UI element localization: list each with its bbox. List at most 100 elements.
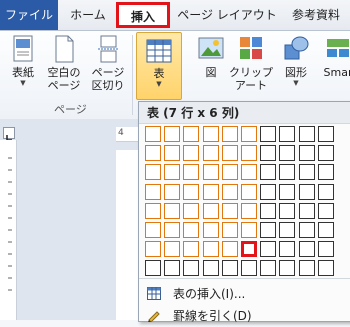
grid-cell[interactable] [260, 222, 276, 238]
grid-cell-selected[interactable] [203, 203, 219, 219]
grid-cell-selected[interactable] [203, 164, 219, 180]
grid-cell-selected[interactable] [222, 241, 238, 257]
tab-file[interactable]: ファイル [0, 0, 58, 30]
grid-cell[interactable] [279, 203, 295, 219]
grid-cell-selected[interactable] [222, 126, 238, 142]
grid-cell[interactable] [279, 241, 295, 257]
grid-cell-selected[interactable] [145, 241, 161, 257]
grid-cell[interactable] [318, 126, 334, 142]
grid-cell-selected[interactable] [183, 145, 199, 161]
grid-cell[interactable] [318, 145, 334, 161]
grid-cell[interactable] [279, 145, 295, 161]
tab-page-layout[interactable]: ページ レイアウト [176, 0, 278, 30]
grid-cell[interactable] [299, 184, 315, 200]
ruler-ticks [8, 157, 12, 291]
grid-cell-selected[interactable] [222, 222, 238, 238]
grid-cell-selected[interactable] [164, 203, 180, 219]
picture-button[interactable]: 図 [194, 31, 228, 79]
grid-cell[interactable] [318, 164, 334, 180]
grid-cell[interactable] [260, 184, 276, 200]
insert-table-menu-item[interactable]: 表の挿入(I)... [139, 283, 350, 305]
grid-cell[interactable] [260, 241, 276, 257]
grid-cell-selected[interactable] [241, 184, 257, 200]
grid-cell[interactable] [318, 241, 334, 257]
grid-cell[interactable] [260, 260, 276, 276]
grid-cell-selected[interactable] [222, 164, 238, 180]
cover-page-button[interactable]: 表紙 ▼ [6, 31, 40, 87]
grid-cell[interactable] [299, 260, 315, 276]
grid-cell-selected[interactable] [164, 145, 180, 161]
grid-cell[interactable] [203, 260, 219, 276]
grid-cell[interactable] [318, 184, 334, 200]
grid-cell-selected[interactable] [241, 126, 257, 142]
grid-cell-selected[interactable] [241, 145, 257, 161]
blank-page-button[interactable]: 空白の ページ [44, 31, 84, 92]
grid-cell-selected[interactable] [164, 184, 180, 200]
draw-table-menu-item[interactable]: 罫線を引く(D) [139, 305, 350, 327]
clipart-button[interactable]: クリップ アート [228, 31, 274, 92]
page-break-button[interactable]: ページ 区切り [88, 31, 128, 92]
grid-cell-selected[interactable] [183, 184, 199, 200]
grid-cell[interactable] [279, 260, 295, 276]
grid-cell[interactable] [318, 260, 334, 276]
grid-cell-selected[interactable] [164, 126, 180, 142]
grid-cell[interactable] [145, 260, 161, 276]
grid-cell-selected[interactable] [145, 203, 161, 219]
grid-cell[interactable] [299, 203, 315, 219]
grid-cell[interactable] [299, 145, 315, 161]
grid-cell[interactable] [299, 126, 315, 142]
grid-cell-selected[interactable] [145, 126, 161, 142]
smartart-button[interactable]: Smar [318, 31, 350, 79]
grid-cell-selected[interactable] [203, 126, 219, 142]
grid-cell-selected[interactable] [183, 241, 199, 257]
grid-cell[interactable] [279, 164, 295, 180]
tab-stop-selector[interactable] [3, 127, 15, 141]
grid-cell[interactable] [260, 164, 276, 180]
grid-cell-selected[interactable] [241, 164, 257, 180]
grid-cell-selected[interactable] [203, 145, 219, 161]
grid-cell[interactable] [260, 203, 276, 219]
grid-cell-selected[interactable] [241, 203, 257, 219]
grid-cell[interactable] [299, 222, 315, 238]
group-separator [132, 35, 133, 115]
grid-cell-selected[interactable] [183, 164, 199, 180]
grid-cell-selected[interactable] [164, 164, 180, 180]
grid-cell-selected[interactable] [145, 184, 161, 200]
grid-cell[interactable] [279, 184, 295, 200]
grid-cell-selected[interactable] [203, 241, 219, 257]
grid-cell-selected[interactable] [145, 145, 161, 161]
grid-cell-selected[interactable] [183, 222, 199, 238]
grid-cell-selected[interactable] [222, 203, 238, 219]
grid-cell-selected[interactable] [164, 241, 180, 257]
grid-cell[interactable] [299, 164, 315, 180]
grid-cell[interactable] [279, 126, 295, 142]
grid-cell-selected[interactable] [222, 184, 238, 200]
tab-references[interactable]: 参考資料 [282, 0, 350, 30]
table-button[interactable]: 表 ▼ [136, 32, 182, 100]
grid-cell[interactable] [260, 145, 276, 161]
grid-cell-selected[interactable] [183, 203, 199, 219]
grid-cell-selected[interactable] [203, 222, 219, 238]
grid-cell[interactable] [241, 260, 257, 276]
page-break-label-2: 区切り [91, 79, 125, 92]
grid-cell-selected[interactable] [145, 164, 161, 180]
grid-cell[interactable] [318, 222, 334, 238]
grid-cell-selected[interactable] [241, 241, 257, 257]
grid-cell[interactable] [299, 241, 315, 257]
grid-cell[interactable] [260, 126, 276, 142]
tab-insert[interactable]: 挿入 [116, 2, 170, 28]
grid-cell-selected[interactable] [145, 222, 161, 238]
grid-cell-selected[interactable] [222, 145, 238, 161]
grid-cell[interactable] [279, 222, 295, 238]
grid-cell[interactable] [164, 260, 180, 276]
chevron-down-icon: ▼ [156, 80, 162, 88]
tab-home[interactable]: ホーム [62, 0, 114, 30]
grid-cell-selected[interactable] [241, 222, 257, 238]
grid-cell[interactable] [222, 260, 238, 276]
grid-cell[interactable] [318, 203, 334, 219]
grid-cell-selected[interactable] [203, 184, 219, 200]
shapes-button[interactable]: 図形 ▼ [276, 31, 316, 87]
grid-cell-selected[interactable] [164, 222, 180, 238]
grid-cell[interactable] [183, 260, 199, 276]
grid-cell-selected[interactable] [183, 126, 199, 142]
